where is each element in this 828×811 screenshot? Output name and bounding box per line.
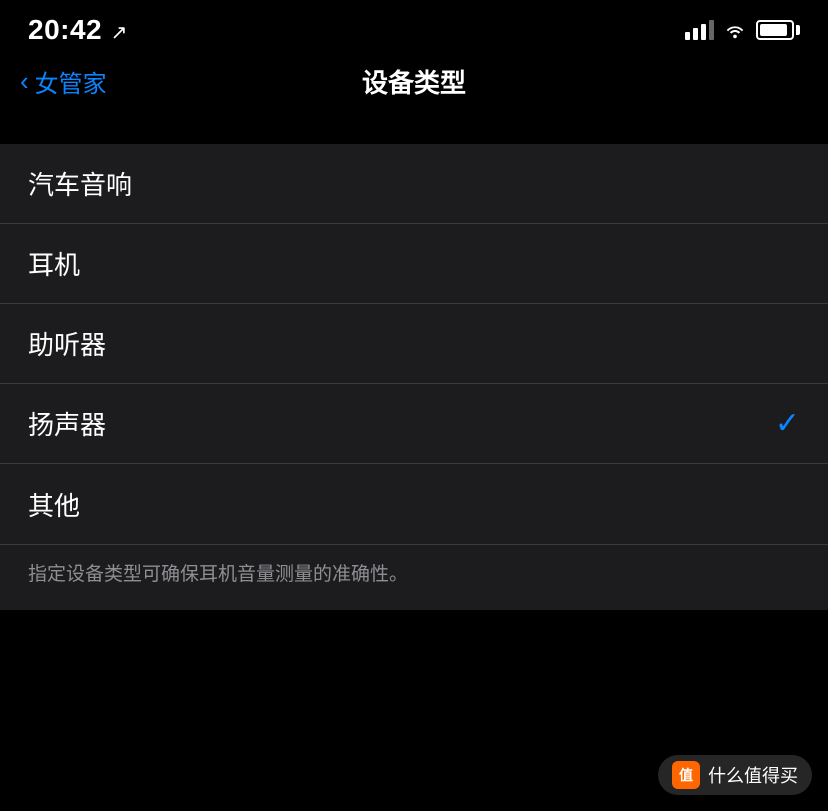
status-bar: 20:42 ↗	[0, 0, 828, 54]
battery-icon	[756, 20, 800, 40]
list-item-label-other: 其他	[28, 486, 80, 523]
list-item-hearing-aid[interactable]: 助听器	[0, 304, 828, 384]
list-item-car-speaker[interactable]: 汽车音响	[0, 144, 828, 224]
back-button[interactable]: ‹ 女管家	[20, 64, 107, 99]
list-item-label-speaker: 扬声器	[28, 405, 106, 442]
list-item-label-car-speaker: 汽车音响	[28, 165, 132, 202]
list-item-speaker[interactable]: 扬声器 ✓	[0, 384, 828, 464]
signal-icon	[685, 20, 714, 40]
nav-bar: ‹ 女管家 设备类型	[0, 54, 828, 114]
device-type-list: 汽车音响耳机助听器扬声器 ✓ 其他	[0, 144, 828, 544]
status-time: 20:42	[28, 14, 102, 45]
status-time-area: 20:42 ↗	[28, 14, 127, 46]
watermark-icon: 值	[672, 761, 700, 789]
footer-note-text: 指定设备类型可确保耳机音量测量的准确性。	[28, 564, 408, 585]
section-gap	[0, 114, 828, 144]
list-item-label-hearing-aid: 助听器	[28, 325, 106, 362]
watermark-text: 什么值得买	[708, 762, 798, 788]
location-icon: ↗	[111, 20, 128, 45]
wifi-icon	[724, 21, 746, 39]
status-icons	[685, 20, 800, 40]
list-item-other[interactable]: 其他	[0, 464, 828, 544]
list-item-headphones[interactable]: 耳机	[0, 224, 828, 304]
checkmark-icon-speaker: ✓	[775, 406, 800, 441]
watermark: 值 什么值得买	[658, 755, 812, 795]
footer-note: 指定设备类型可确保耳机音量测量的准确性。	[0, 544, 828, 610]
back-chevron-icon: ‹	[20, 68, 29, 94]
list-item-label-headphones: 耳机	[28, 245, 80, 282]
back-label: 女管家	[35, 64, 107, 99]
nav-title: 设备类型	[362, 63, 466, 100]
